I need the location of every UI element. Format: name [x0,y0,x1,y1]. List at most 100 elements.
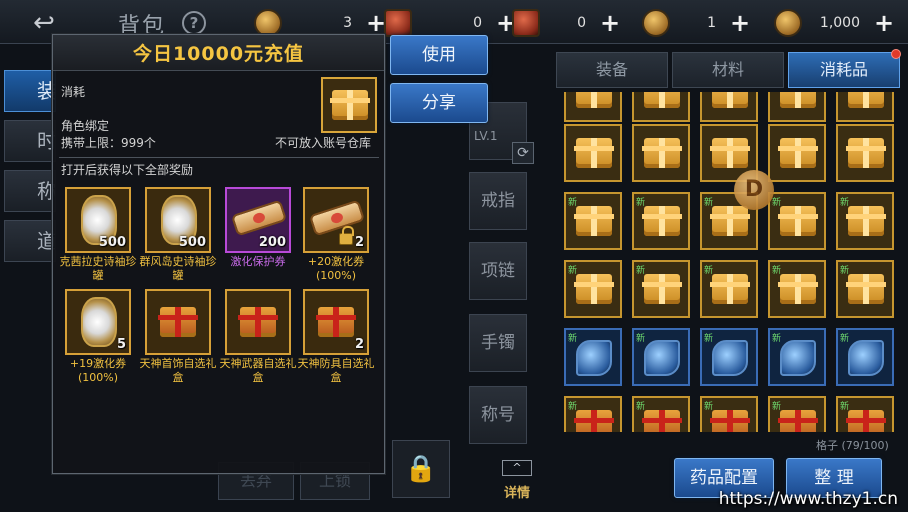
inventory-slot[interactable] [564,92,622,122]
add-currency-button[interactable]: + [730,11,750,35]
side-tab-equip[interactable]: 装 [4,70,56,112]
use-button[interactable]: 使用 [390,35,488,75]
wing-icon [576,340,612,376]
inventory-slot[interactable]: 新 [564,192,622,250]
reward-slot[interactable]: 200 [225,187,291,253]
inventory-slot[interactable]: 新 [836,396,894,432]
currency-value: 3 [343,15,352,31]
ticket-icon [512,9,540,37]
inventory-slot[interactable]: 新 [700,328,758,386]
inventory-slot[interactable]: 新 [768,192,826,250]
reward-slot[interactable]: 2 [303,289,369,355]
watermark: https://www.thzy1.cn [718,489,898,509]
side-tab-fashion[interactable]: 时 [4,120,56,162]
coin-icon [774,9,802,37]
reward-slot[interactable]: 500 [145,187,211,253]
inventory-slot[interactable] [564,124,622,182]
inventory-slot[interactable]: 新 [836,192,894,250]
lock-icon[interactable]: 🔒 [392,440,450,498]
bracelet-slot[interactable]: 手镯 [469,314,527,372]
refresh-icon[interactable]: ⟳ [512,142,534,164]
new-tag: 新 [568,266,578,276]
inventory-slot[interactable]: 新 [564,396,622,432]
inventory-slot[interactable]: 新 [768,396,826,432]
lock-icon [339,226,354,245]
reward-slot[interactable]: 2 [303,187,369,253]
reward-name: 天神防具自选礼盒 [297,357,375,384]
title-slot[interactable]: 称号 [469,386,527,444]
reward-count: 500 [98,235,126,250]
inventory-slot[interactable]: 新 [700,396,758,432]
inventory-slot[interactable]: 新 [836,260,894,318]
reward-count: 500 [178,235,206,250]
reward-slot[interactable] [225,289,291,355]
currency-value: 1,000 [819,15,860,31]
tab-consumables-label: 消耗品 [819,60,868,79]
popup-title: 今日10000元充值 [132,43,305,65]
inventory-slot[interactable]: 新 [632,396,690,432]
gift-box-icon [642,206,682,236]
inventory-slot[interactable]: 新 [564,328,622,386]
gift-box-icon [710,274,750,304]
new-tag: 新 [636,402,646,412]
add-currency-button[interactable]: + [600,11,620,35]
inventory-slot[interactable]: 新 [632,260,690,318]
gift-box-icon [710,206,750,236]
tab-consumables[interactable]: 消耗品 [788,49,901,88]
inventory-slot[interactable]: 新 [768,328,826,386]
carry-limit: 携带上限：999个 [61,136,156,150]
tab-materials[interactable]: 材料 [672,52,784,88]
gift-box-icon [710,410,750,432]
currency-4: 1 + [642,9,750,37]
add-currency-button[interactable]: + [874,11,894,35]
inventory-slot[interactable] [836,124,894,182]
inventory-slot[interactable]: 新 [632,328,690,386]
help-icon[interactable]: ? [182,11,206,35]
gift-box-icon [846,206,886,236]
currency-value: 0 [577,15,586,31]
inventory-slot[interactable] [632,92,690,122]
inventory-grid: 新新新新新新新新新新新新新新新新新新新新 [562,92,900,432]
reward-slot[interactable] [145,289,211,355]
inventory-slot[interactable] [768,124,826,182]
detail-label: 详情 [503,486,530,501]
side-tab-other[interactable]: 道 [4,220,56,262]
necklace-slot[interactable]: 项链 [469,242,527,300]
inventory-slot[interactable]: 新 [632,192,690,250]
tab-equipment[interactable]: 装备 [556,52,668,88]
new-tag: 新 [772,198,782,208]
wing-icon [848,340,884,376]
inventory-slot[interactable] [632,124,690,182]
inventory-slot[interactable] [836,92,894,122]
coin-icon [642,9,670,37]
item-bind: 角色绑定 [61,119,110,133]
gift-box-graphic [330,90,370,120]
reward-slot[interactable]: 500 [65,187,131,253]
gift-box-icon [574,274,614,304]
detail-button[interactable]: ^ 详情 [498,460,536,504]
gift-box-icon [576,92,612,108]
divider [59,157,379,158]
inventory-slot[interactable]: 新 [768,260,826,318]
reward-name: +20激化券(100%) [307,255,365,282]
reward-slot[interactable]: 5 [65,289,131,355]
ring-slot[interactable]: 戒指 [469,172,527,230]
inventory-slot[interactable]: 新 [564,260,622,318]
share-button[interactable]: 分享 [390,83,488,123]
inventory-slot[interactable]: 新 [836,328,894,386]
gift-box-icon [321,77,377,133]
gift-box-icon [316,307,356,337]
new-tag: 新 [704,334,714,344]
inventory-slot[interactable] [768,92,826,122]
scroll-icon [308,199,366,237]
new-tag: 新 [568,334,578,344]
inventory-slot[interactable] [700,92,758,122]
gift-box-icon [238,307,278,337]
d-icon[interactable]: D [734,170,774,210]
reward-count: 2 [354,337,364,352]
side-tab-title[interactable]: 称 [4,170,56,212]
new-tag: 新 [568,402,578,412]
gift-box-icon [642,410,682,432]
gift-box-icon [846,410,886,432]
inventory-slot[interactable]: 新 [700,260,758,318]
